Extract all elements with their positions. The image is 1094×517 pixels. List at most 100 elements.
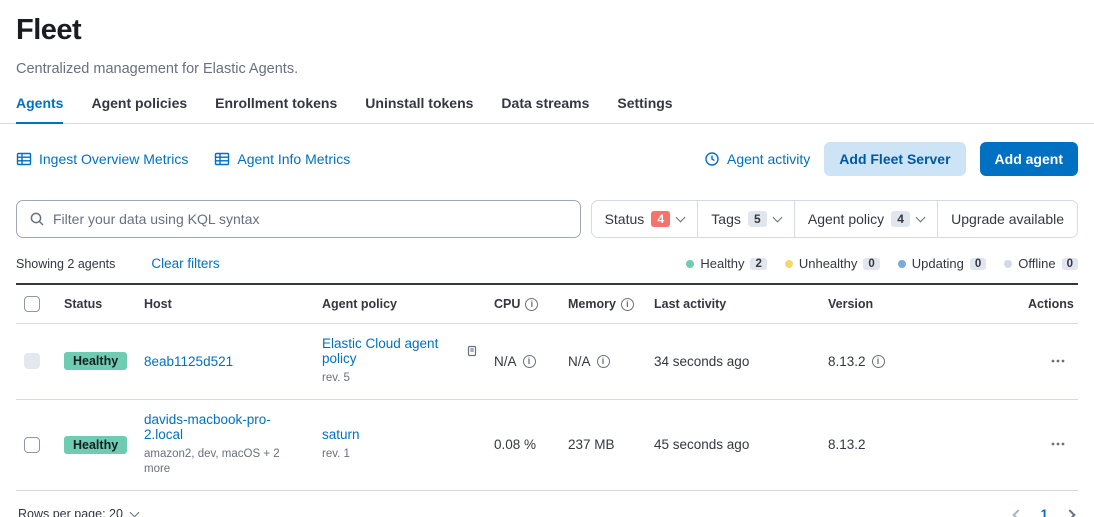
offline-dot-icon [1004, 260, 1012, 268]
toolbar-left: Ingest Overview Metrics Agent Info Metri… [16, 151, 350, 167]
row-checkbox[interactable] [24, 437, 40, 453]
showing-agents-count: Showing 2 agents [16, 257, 115, 271]
tab-bar: Agents Agent policies Enrollment tokens … [0, 89, 1094, 124]
metrics-icon [214, 151, 230, 167]
info-icon[interactable] [597, 355, 610, 368]
agent-policy-filter-label: Agent policy [808, 211, 884, 227]
toolbar: Ingest Overview Metrics Agent Info Metri… [16, 142, 1078, 176]
updating-dot-icon [898, 260, 906, 268]
memory-value: 237 MB [560, 399, 646, 490]
info-icon[interactable] [523, 355, 536, 368]
clear-filters-link[interactable]: Clear filters [151, 256, 219, 271]
chevron-right-icon [1064, 509, 1075, 517]
page-title: Fleet [16, 14, 1078, 47]
kql-search-input[interactable] [53, 211, 568, 227]
legend-offline-count: 0 [1062, 258, 1078, 270]
table-header-row: Status Host Agent policy CPU Memory [16, 284, 1078, 324]
status-badge: Healthy [64, 352, 127, 370]
summary-bar: Showing 2 agents Clear filters Healthy 2… [16, 256, 1078, 271]
tab-settings[interactable]: Settings [617, 89, 672, 123]
last-activity-value: 34 seconds ago [646, 324, 820, 400]
tab-enrollment-tokens[interactable]: Enrollment tokens [215, 89, 337, 123]
memory-value: N/A [568, 354, 591, 369]
cpu-value: 0.08 % [486, 399, 560, 490]
rows-per-page-label: Rows per page: 20 [18, 507, 123, 517]
column-header-memory: Memory [568, 297, 616, 311]
chevron-down-icon [772, 212, 782, 222]
managed-policy-icon [466, 345, 478, 357]
column-header-actions: Actions [1020, 284, 1078, 324]
clock-icon [704, 151, 720, 167]
page-number-1[interactable]: 1 [1040, 507, 1048, 517]
filter-bar: Status 4 Tags 5 Agent policy 4 Upgrade a… [16, 200, 1078, 238]
filter-group: Status 4 Tags 5 Agent policy 4 Upgrade a… [591, 200, 1078, 238]
agent-info-metrics-label: Agent Info Metrics [237, 151, 350, 167]
row-checkbox [24, 353, 40, 369]
info-icon[interactable] [621, 298, 634, 311]
agent-policy-link[interactable]: saturn [322, 427, 360, 442]
rows-per-page-button[interactable]: Rows per page: 20 [18, 507, 138, 517]
column-header-agent-policy: Agent policy [314, 284, 486, 324]
agent-info-metrics-link[interactable]: Agent Info Metrics [214, 151, 350, 167]
search-icon [29, 211, 45, 227]
legend-unhealthy: Unhealthy 0 [785, 256, 880, 271]
column-header-version: Version [820, 284, 1020, 324]
last-activity-value: 45 seconds ago [646, 399, 820, 490]
tags-filter-count-badge: 5 [748, 211, 767, 227]
tab-uninstall-tokens[interactable]: Uninstall tokens [365, 89, 473, 123]
legend-healthy-label: Healthy [700, 256, 744, 271]
agent-activity-label: Agent activity [727, 151, 810, 167]
info-icon[interactable] [525, 298, 538, 311]
chevron-down-icon [129, 507, 139, 517]
status-badge: Healthy [64, 436, 127, 454]
agent-activity-link[interactable]: Agent activity [704, 151, 810, 167]
tab-data-streams[interactable]: Data streams [501, 89, 589, 123]
legend-offline-label: Offline [1018, 256, 1055, 271]
version-value: 8.13.2 [820, 399, 1020, 490]
add-agent-button[interactable]: Add agent [980, 142, 1078, 176]
agents-table: Status Host Agent policy CPU Memory [16, 283, 1078, 491]
legend-healthy-count: 2 [750, 258, 766, 270]
legend-healthy: Healthy 2 [686, 256, 766, 271]
column-header-cpu: CPU [494, 297, 520, 311]
tags-filter-button[interactable]: Tags 5 [698, 201, 795, 237]
column-header-last-activity: Last activity [646, 284, 820, 324]
row-actions-button[interactable] [1046, 434, 1070, 454]
legend-updating-count: 0 [970, 258, 986, 270]
info-icon[interactable] [872, 355, 885, 368]
healthy-dot-icon [686, 260, 694, 268]
status-legend: Healthy 2 Unhealthy 0 Updating 0 Offline… [686, 256, 1078, 271]
ingest-overview-metrics-link[interactable]: Ingest Overview Metrics [16, 151, 188, 167]
policy-revision: rev. 5 [322, 371, 478, 387]
upgrade-available-filter-button[interactable]: Upgrade available [938, 201, 1077, 237]
agent-policy-filter-button[interactable]: Agent policy 4 [795, 201, 938, 237]
previous-page-button [1012, 505, 1024, 517]
legend-unhealthy-count: 0 [863, 258, 879, 270]
next-page-button[interactable] [1064, 505, 1076, 517]
legend-updating-label: Updating [912, 256, 964, 271]
chevron-left-icon [1013, 509, 1024, 517]
row-actions-button[interactable] [1046, 351, 1070, 371]
status-filter-button[interactable]: Status 4 [592, 201, 699, 237]
tab-agent-policies[interactable]: Agent policies [91, 89, 187, 123]
add-fleet-server-button[interactable]: Add Fleet Server [824, 142, 965, 176]
tab-agents[interactable]: Agents [16, 89, 63, 124]
select-all-checkbox[interactable] [24, 296, 40, 312]
table-row: Healthy 8eab1125d521 Elastic Cloud agent… [16, 324, 1078, 400]
cpu-value: N/A [494, 354, 517, 369]
unhealthy-dot-icon [785, 260, 793, 268]
host-link[interactable]: 8eab1125d521 [144, 354, 233, 369]
version-value: 8.13.2 [828, 354, 866, 369]
host-tags: amazon2, dev, macOS + 2 more [144, 447, 306, 478]
policy-revision: rev. 1 [322, 447, 478, 463]
fleet-page: Fleet Centralized management for Elastic… [0, 0, 1094, 517]
host-link[interactable]: davids-macbook-pro-2.local [144, 412, 271, 442]
search-box[interactable] [16, 200, 581, 238]
ingest-overview-metrics-label: Ingest Overview Metrics [39, 151, 188, 167]
tags-filter-label: Tags [711, 211, 741, 227]
agent-policy-link[interactable]: Elastic Cloud agent policy [322, 336, 461, 366]
agent-policy-filter-count-badge: 4 [891, 211, 910, 227]
pagination: 1 [1012, 505, 1076, 517]
table-footer: Rows per page: 20 1 [16, 505, 1078, 517]
metrics-icon [16, 151, 32, 167]
